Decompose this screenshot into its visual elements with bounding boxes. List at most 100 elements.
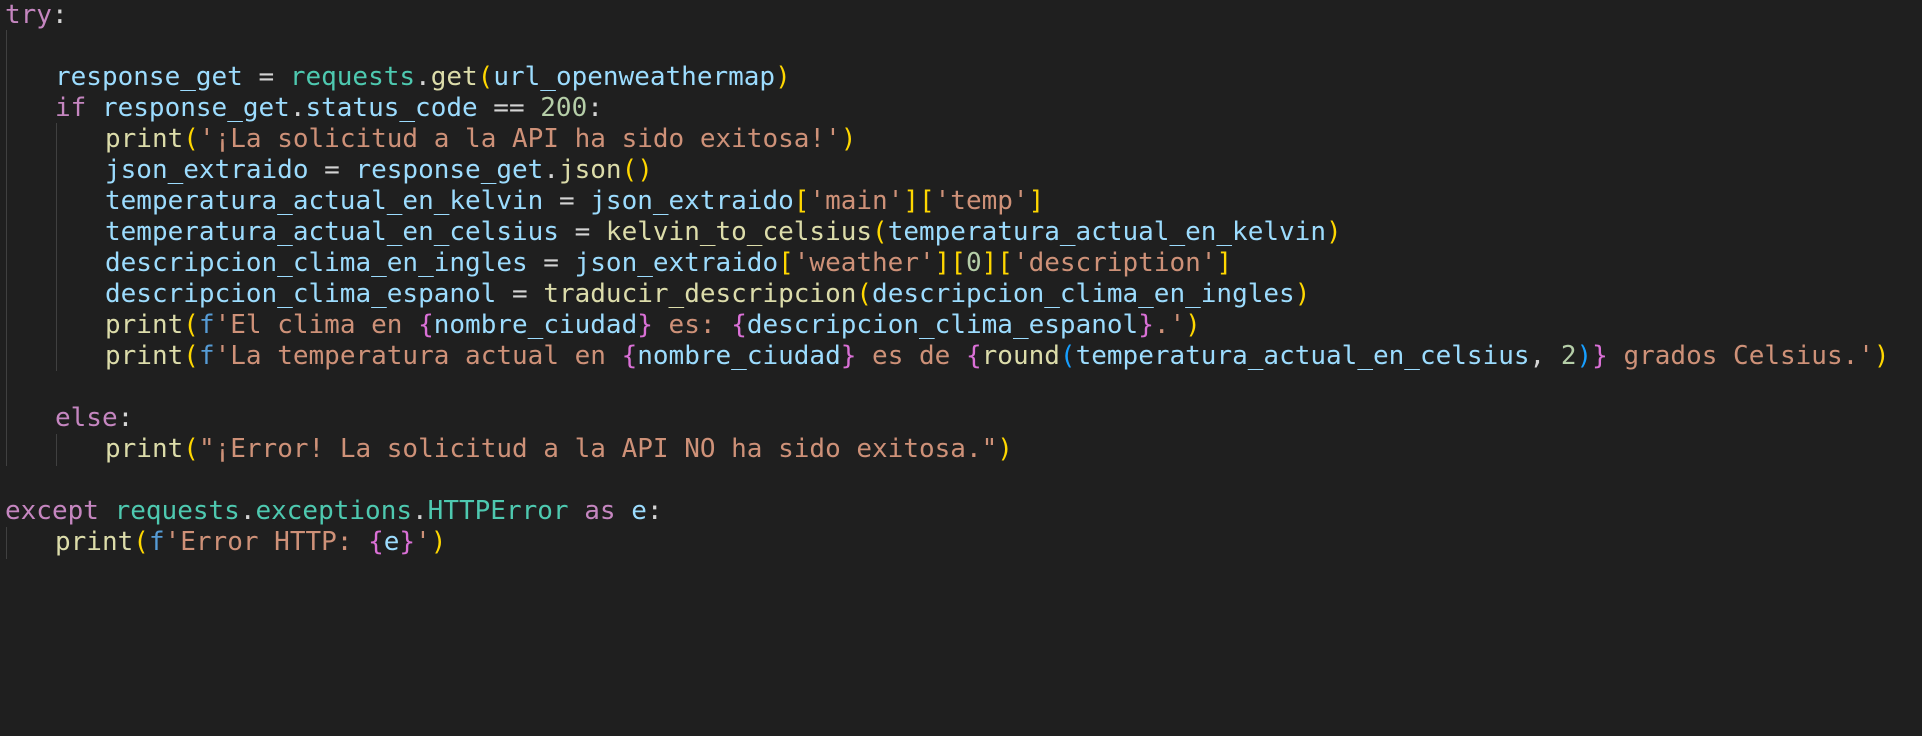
code-token: ][: [934, 248, 966, 278]
code-token: (: [183, 434, 199, 464]
code-token: {: [368, 527, 384, 557]
code-token: nombre_ciudad: [433, 310, 638, 340]
code-token: ,: [1529, 341, 1561, 371]
code-token: temperatura_actual_en_kelvin: [887, 217, 1326, 247]
code-token: }: [1138, 310, 1154, 340]
code-token: nombre_ciudad: [637, 341, 841, 371]
code-token: {: [731, 310, 747, 340]
code-token: {: [418, 310, 434, 340]
code-token: 'main': [809, 186, 904, 216]
code-token: traducir_descripcion: [543, 279, 857, 309]
code-token: (: [183, 124, 199, 154]
code-token: url_openweathermap: [493, 62, 776, 92]
code-token: ): [1185, 310, 1201, 340]
code-token: .: [543, 155, 559, 185]
code-token: descripcion_clima_en_ingles: [105, 248, 528, 278]
code-token: ): [1325, 217, 1342, 247]
code-token: :: [51, 0, 68, 30]
code-token: .: [412, 496, 428, 526]
code-token: ): [997, 434, 1013, 464]
code-token: :: [646, 496, 663, 526]
code-token: es de: [856, 341, 966, 371]
code-token: .: [239, 496, 256, 526]
code-line[interactable]: print("¡Error! La solicitud a la API NO …: [105, 430, 1013, 468]
code-token: ): [775, 62, 791, 92]
code-editor[interactable]: try: response_get = requests.get(url_open…: [0, 0, 1922, 736]
code-token: try: [5, 0, 52, 30]
code-token: 2: [1560, 341, 1577, 371]
code-token: }: [637, 310, 653, 340]
code-token: f: [198, 341, 215, 371]
code-token: }: [1592, 341, 1608, 371]
code-token: =: [543, 186, 591, 216]
code-token: 'description': [1012, 248, 1217, 278]
code-token: json: [558, 155, 622, 185]
code-token: (: [183, 310, 199, 340]
code-token: 'Error HTTP:: [164, 527, 369, 557]
code-token: (: [856, 279, 873, 309]
code-token: (: [133, 527, 149, 557]
code-token: response_get: [355, 155, 544, 185]
code-token: descripcion_clima_espanol: [746, 310, 1139, 340]
code-token: print: [55, 527, 134, 557]
code-token: print: [105, 124, 184, 154]
code-token: json_extraido: [590, 186, 794, 216]
code-token: status_code: [305, 93, 478, 123]
code-token: ][: [981, 248, 1013, 278]
code-token: '¡La solicitud a la API ha sido exitosa!…: [198, 124, 841, 154]
code-token: ): [840, 124, 857, 154]
code-line[interactable]: try:: [5, 0, 68, 34]
code-token: grados Celsius.': [1607, 341, 1874, 371]
code-token: kelvin_to_celsius: [605, 217, 873, 247]
code-token: =: [527, 248, 575, 278]
code-token: [: [778, 248, 794, 278]
code-line[interactable]: print(f'La temperatura actual en {nombre…: [105, 337, 1890, 375]
code-token: json_extraido: [574, 248, 779, 278]
indent-guide-if-block: [56, 123, 57, 371]
code-token: ]: [1028, 186, 1045, 216]
code-token: ][: [903, 186, 935, 216]
code-token: response_get: [55, 62, 243, 92]
code-token: print: [105, 434, 184, 464]
code-token: temperatura_actual_en_kelvin: [105, 186, 544, 216]
code-token: ): [1576, 341, 1593, 371]
indent-guide-else-block: [56, 434, 57, 466]
code-token: exceptions: [255, 496, 413, 526]
code-token: ]: [1216, 248, 1233, 278]
code-token: es:: [652, 310, 732, 340]
code-token: else: [55, 403, 118, 433]
code-token: {: [621, 341, 638, 371]
code-token: round: [981, 341, 1060, 371]
code-token: print: [105, 341, 184, 371]
code-token: descripcion_clima_en_ingles: [872, 279, 1295, 309]
code-token: print: [105, 310, 184, 340]
code-token: if: [55, 93, 87, 123]
code-token: f: [198, 310, 215, 340]
code-token: temperatura_actual_en_celsius: [105, 217, 559, 247]
code-token: temperatura_actual_en_celsius: [1075, 341, 1530, 371]
code-token: =: [496, 279, 544, 309]
code-token: descripcion_clima_espanol: [105, 279, 497, 309]
code-token: 0: [965, 248, 982, 278]
code-token: :: [587, 93, 603, 123]
code-line[interactable]: print(f'Error HTTP: {e}'): [55, 523, 446, 561]
code-token: requests: [114, 496, 240, 526]
code-token: e: [631, 496, 647, 526]
code-token: .: [415, 62, 431, 92]
code-token: 'El clima en: [214, 310, 419, 340]
code-token: requests: [289, 62, 416, 92]
code-token: ': [415, 527, 431, 557]
code-token: (: [1059, 341, 1076, 371]
code-token: 200: [540, 93, 588, 123]
code-token: ): [430, 527, 447, 557]
code-token: (: [872, 217, 888, 247]
code-token: except: [5, 496, 99, 526]
code-token: =: [308, 155, 356, 185]
code-token: ): [1873, 341, 1890, 371]
code-token: response_get: [101, 93, 290, 123]
code-token: json_extraido: [105, 155, 309, 185]
